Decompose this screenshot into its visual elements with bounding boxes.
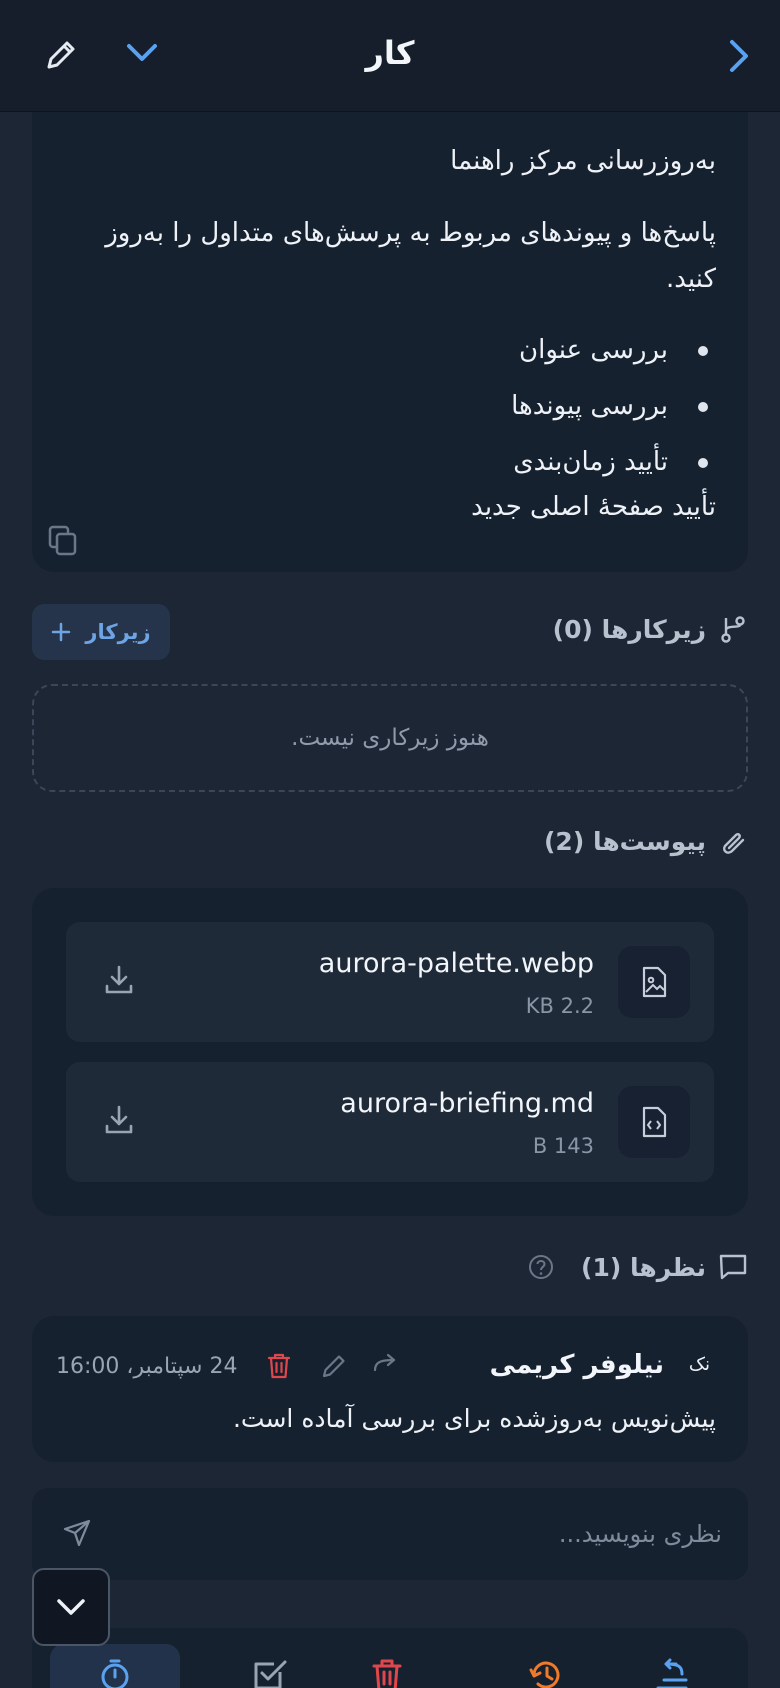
attachment-name: aurora-briefing.md bbox=[340, 1088, 594, 1119]
top-bar: کار bbox=[0, 0, 780, 112]
list-item: تأیید زمان‌بندی bbox=[511, 434, 716, 490]
download-icon[interactable] bbox=[104, 1104, 134, 1136]
reply-icon[interactable] bbox=[372, 1352, 398, 1378]
description-footer: تأیید صفحهٔ اصلی جدید bbox=[471, 492, 716, 522]
download-icon[interactable] bbox=[104, 964, 134, 996]
page-title: کار bbox=[365, 34, 415, 72]
attachments-list: aurora-palette.webp KB 2.2 aurora-briefi… bbox=[32, 888, 748, 1216]
attachments-title: پیوست‌ها (2) bbox=[543, 826, 706, 856]
add-subtask-label: زیرکار bbox=[85, 620, 151, 644]
avatar: نک bbox=[688, 1354, 710, 1375]
image-file-icon bbox=[618, 946, 690, 1018]
comment-composer bbox=[32, 1488, 748, 1580]
comments-title: نظرها (1) bbox=[581, 1252, 706, 1282]
attachment-item[interactable]: aurora-briefing.md B 143 bbox=[66, 1062, 714, 1182]
send-icon[interactable] bbox=[62, 1518, 92, 1548]
plus-icon bbox=[51, 622, 71, 642]
chevron-down-icon bbox=[56, 1597, 86, 1617]
description-heading: به‌روزرسانی مرکز راهنما bbox=[450, 146, 716, 176]
chevron-down-icon[interactable] bbox=[126, 42, 158, 64]
comment-input[interactable] bbox=[122, 1514, 722, 1554]
pencil-icon[interactable] bbox=[320, 1352, 348, 1380]
code-file-icon bbox=[618, 1086, 690, 1158]
description-paragraph: پاسخ‌ها و پیوندهای مربوط به پرسش‌های متد… bbox=[105, 218, 716, 294]
check-square-icon[interactable] bbox=[252, 1658, 288, 1688]
bullet-icon bbox=[698, 458, 708, 468]
add-subtask-button[interactable]: زیرکار bbox=[32, 604, 170, 660]
checklist: بررسی عنوان بررسی پیوندها تأیید زمان‌بند… bbox=[511, 322, 716, 490]
subtasks-title: زیرکارها (0) bbox=[552, 614, 706, 644]
history-icon[interactable] bbox=[528, 1658, 564, 1688]
subtasks-header: زیرکارها (0) bbox=[553, 614, 748, 644]
timer-icon[interactable] bbox=[50, 1644, 180, 1688]
comment-icon bbox=[718, 1252, 748, 1282]
list-item: بررسی پیوندها bbox=[511, 378, 716, 434]
attachment-size: KB 2.2 bbox=[525, 994, 594, 1018]
subtasks-empty-state: هنوز زیرکاری نیست. bbox=[32, 684, 748, 792]
branch-icon bbox=[718, 614, 748, 644]
bullet-icon bbox=[698, 346, 708, 356]
attachment-name: aurora-palette.webp bbox=[318, 948, 594, 979]
empty-text: هنوز زیرکاری نیست. bbox=[291, 725, 489, 751]
help-icon[interactable] bbox=[527, 1253, 555, 1281]
copy-icon[interactable] bbox=[46, 524, 80, 558]
list-item: بررسی عنوان bbox=[511, 322, 716, 378]
comment-item: نک نیلوفر کریمی 24 سپتامبر، 16:00 پیش‌نو… bbox=[32, 1316, 748, 1462]
bullet-icon bbox=[698, 402, 708, 412]
comment-date: 24 سپتامبر، 16:00 bbox=[56, 1354, 238, 1379]
attachments-header: پیوست‌ها (2) bbox=[544, 826, 748, 856]
attachment-item[interactable]: aurora-palette.webp KB 2.2 bbox=[66, 922, 714, 1042]
attachment-size: B 143 bbox=[532, 1134, 594, 1158]
comments-header: نظرها (1) bbox=[527, 1252, 748, 1282]
move-icon[interactable] bbox=[654, 1658, 690, 1688]
trash-icon[interactable] bbox=[266, 1352, 292, 1380]
comment-text: پیش‌نویس به‌روزشده برای بررسی آماده است. bbox=[232, 1404, 716, 1433]
bottom-action-bar bbox=[32, 1628, 748, 1688]
description-card: به‌روزرسانی مرکز راهنما پاسخ‌ها و پیونده… bbox=[32, 112, 748, 572]
scroll-down-button[interactable] bbox=[32, 1568, 110, 1646]
trash-icon[interactable] bbox=[370, 1658, 404, 1688]
paperclip-icon bbox=[718, 826, 748, 856]
comment-author: نیلوفر کریمی bbox=[489, 1350, 664, 1380]
pencil-icon[interactable] bbox=[44, 38, 78, 72]
